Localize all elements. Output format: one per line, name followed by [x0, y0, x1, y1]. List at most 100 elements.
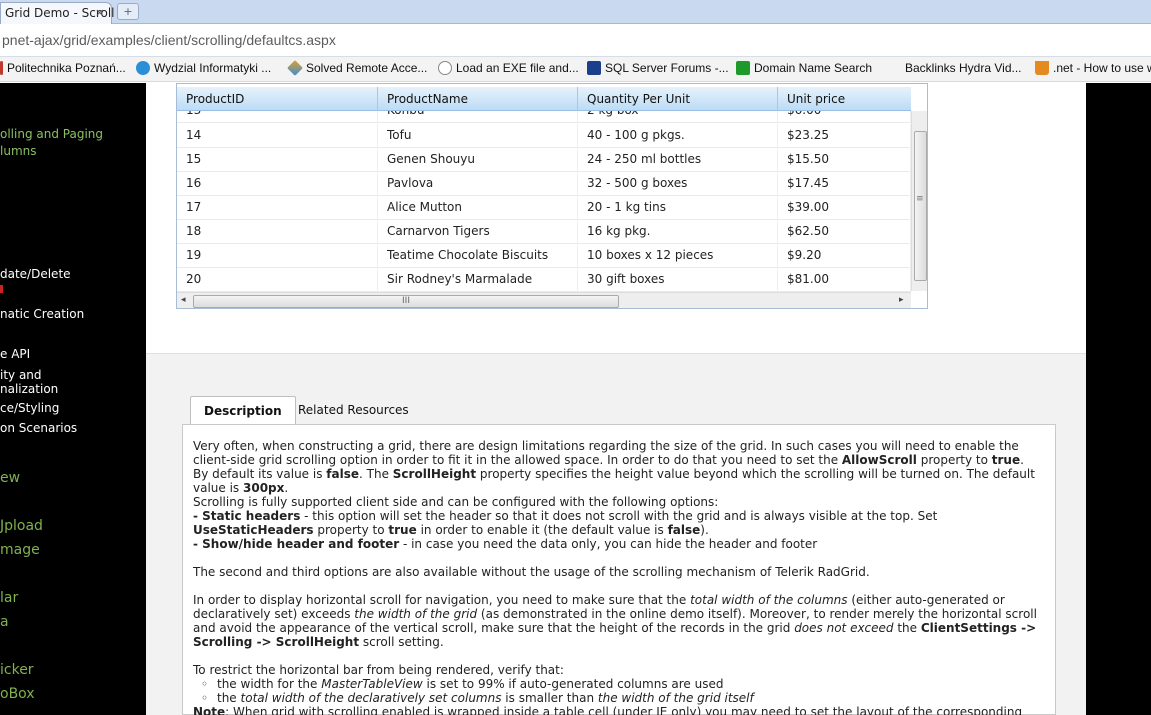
cell-quantity: 30 gift boxes [578, 268, 778, 292]
cell-unit-price: $17.45 [778, 172, 911, 196]
table-row[interactable]: 15 Genen Shouyu 24 - 250 ml bottles $15.… [177, 148, 911, 172]
list-item: the width for the MasterTableView is set… [217, 677, 1043, 691]
option-show-hide-header: - Show/hide header and footer - in case … [193, 537, 818, 551]
bookmark-favicon-icon [438, 61, 452, 75]
restriction-list: the width for the MasterTableView is set… [193, 677, 1043, 705]
list-item: the total width of the declaratively set… [217, 691, 1043, 705]
cell-product-id: 15 [177, 148, 378, 172]
column-header-unit-price[interactable]: Unit price [778, 87, 911, 111]
nav-link[interactable]: ce/Styling [0, 401, 59, 415]
cell-quantity: 32 - 500 g boxes [578, 172, 778, 196]
bookmark-item[interactable]: Solved Remote Acce... [287, 60, 427, 76]
new-tab-button[interactable]: + [117, 3, 139, 20]
nav-link[interactable]: date/Delete [0, 267, 71, 281]
table-row[interactable]: 17 Alice Mutton 20 - 1 kg tins $39.00 [177, 196, 911, 220]
bookmark-favicon-icon [0, 61, 3, 75]
nav-link[interactable]: a [0, 614, 9, 630]
cell-product-id: 14 [177, 124, 378, 148]
tab-related-resources[interactable]: Related Resources [285, 396, 422, 425]
nav-link[interactable]: olling and Paging [0, 127, 103, 141]
description-paragraph: In order to display horizontal scroll fo… [193, 593, 1037, 649]
cell-quantity: 2 kg box [578, 111, 778, 122]
bookmark-item[interactable]: Backlinks Hydra Vid... [905, 61, 1022, 75]
browser-tab[interactable]: Grid Demo - Scroll × [0, 2, 115, 24]
nav-link[interactable]: e API [0, 347, 30, 361]
url-text[interactable]: pnet-ajax/grid/examples/client/scrolling… [2, 32, 336, 48]
description-text: Very often, when constructing a grid, th… [193, 439, 1043, 715]
cell-product-name: Pavlova [378, 172, 578, 196]
scroll-grip-icon: ≡ [916, 194, 924, 204]
bookmark-favicon-icon [587, 61, 601, 75]
cell-unit-price: $15.50 [778, 148, 911, 172]
horizontal-scroll-thumb[interactable]: III [193, 295, 619, 308]
address-bar[interactable]: pnet-ajax/grid/examples/client/scrolling… [0, 24, 1151, 57]
scroll-left-arrow-icon[interactable]: ◂ [181, 295, 186, 305]
table-row[interactable]: 14 Tofu 40 - 100 g pkgs. $23.25 [177, 124, 911, 148]
vertical-scroll-thumb[interactable]: ≡ [914, 131, 927, 281]
nav-link[interactable]: on Scenarios [0, 421, 77, 435]
scroll-right-arrow-icon[interactable]: ▸ [899, 295, 904, 305]
cell-product-id: 20 [177, 268, 378, 292]
table-row[interactable]: 13 Konbu 2 kg box $6.00 [177, 111, 911, 123]
table-row[interactable]: 18 Carnarvon Tigers 16 kg pkg. $62.50 [177, 220, 911, 244]
horizontal-scrollbar[interactable]: ◂ III ▸ [177, 292, 911, 308]
product-grid: 13 Konbu 2 kg box $6.00 14 Tofu 40 - 100… [176, 83, 928, 309]
nav-link[interactable]: mage [0, 542, 40, 558]
vertical-scrollbar[interactable]: ≡ [911, 111, 927, 291]
description-paragraph: Scrolling is fully supported client side… [193, 495, 719, 509]
table-row[interactable]: 20 Sir Rodney's Marmalade 30 gift boxes … [177, 268, 911, 292]
bookmark-favicon-icon [1035, 61, 1049, 75]
nav-marker [0, 285, 3, 293]
column-header-quantity[interactable]: Quantity Per Unit [578, 87, 778, 111]
cell-product-id: 19 [177, 244, 378, 268]
column-header-productname[interactable]: ProductName [378, 87, 578, 111]
table-row[interactable]: 19 Teatime Chocolate Biscuits 10 boxes x… [177, 244, 911, 268]
right-margin [1086, 83, 1151, 715]
option-static-headers: - Static headers - this option will set … [193, 509, 938, 537]
table-row[interactable]: 16 Pavlova 32 - 500 g boxes $17.45 [177, 172, 911, 196]
nav-link[interactable]: lar [0, 590, 18, 606]
nav-link[interactable]: lumns [0, 144, 37, 158]
cell-quantity: 24 - 250 ml bottles [578, 148, 778, 172]
bookmark-item[interactable]: Wydzial Informatyki ... [136, 61, 271, 75]
close-tab-icon[interactable]: × [95, 6, 104, 19]
nav-link[interactable]: icker [0, 662, 34, 678]
cell-quantity: 16 kg pkg. [578, 220, 778, 244]
description-paragraph: To restrict the horizontal bar from bein… [193, 663, 564, 677]
nav-link[interactable]: Jpload [0, 518, 43, 534]
bookmark-favicon-icon [287, 60, 303, 76]
cell-product-name: Konbu [378, 111, 578, 122]
bookmark-item[interactable]: Domain Name Search [736, 61, 872, 75]
cell-product-name: Carnarvon Tigers [378, 220, 578, 244]
note-paragraph: Note: When grid with scrolling enabled i… [193, 705, 1023, 715]
bookmark-item[interactable]: SQL Server Forums -... [587, 61, 729, 75]
nav-link[interactable]: oBox [0, 686, 35, 702]
description-paragraph: The second and third options are also av… [193, 565, 870, 579]
cell-unit-price: $9.20 [778, 244, 911, 268]
bookmark-item[interactable]: Load an EXE file and... [438, 61, 579, 75]
tab-description[interactable]: Description [190, 396, 296, 425]
browser-tab-strip: Grid Demo - Scroll × + [0, 0, 1151, 24]
cell-quantity: 40 - 100 g pkgs. [578, 124, 778, 148]
cell-product-id: 16 [177, 172, 378, 196]
nav-link[interactable]: natic Creation [0, 307, 84, 321]
nav-link[interactable]: nalization [0, 382, 58, 396]
cell-unit-price: $23.25 [778, 124, 911, 148]
cell-unit-price: $81.00 [778, 268, 911, 292]
bookmark-item[interactable]: .net - How to use w [1035, 61, 1151, 75]
column-header-productid[interactable]: ProductID [177, 87, 378, 111]
grid-header: ProductID ProductName Quantity Per Unit … [177, 87, 911, 111]
cell-quantity: 10 boxes x 12 pieces [578, 244, 778, 268]
bookmark-item[interactable]: Politechnika Poznań... [0, 61, 126, 75]
cell-product-id: 18 [177, 220, 378, 244]
cell-product-name: Teatime Chocolate Biscuits [378, 244, 578, 268]
cell-product-name: Sir Rodney's Marmalade [378, 268, 578, 292]
description-paragraph: Very often, when constructing a grid, th… [193, 439, 1035, 495]
left-navigation: olling and Paging lumns date/Delete nati… [0, 83, 146, 715]
cell-product-name: Tofu [378, 124, 578, 148]
cell-unit-price: $6.00 [778, 111, 911, 122]
nav-link[interactable]: ew [0, 470, 20, 486]
bookmark-favicon-icon [136, 61, 150, 75]
nav-link[interactable]: ity and [0, 368, 42, 382]
cell-product-id: 13 [177, 111, 378, 122]
